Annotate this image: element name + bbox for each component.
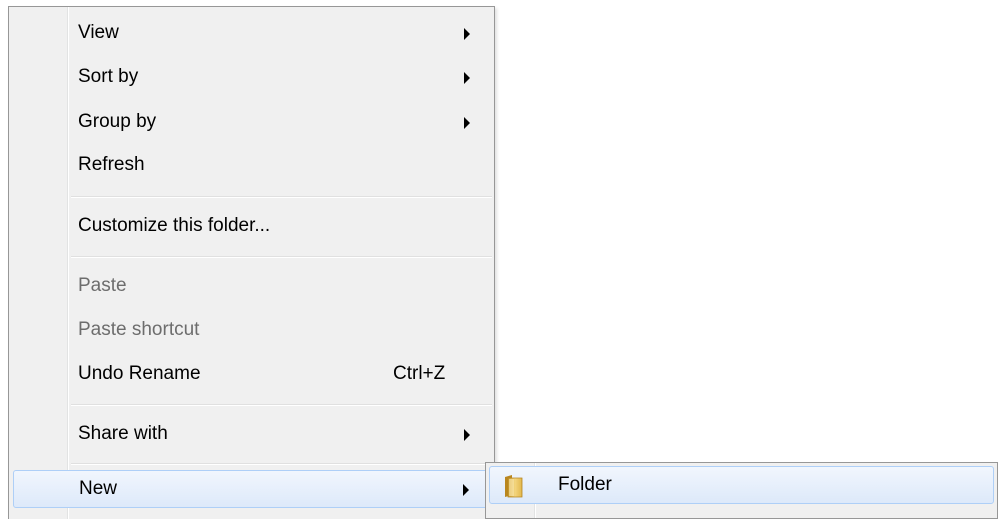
new-submenu: Folder [485,462,998,519]
menu-item-group-by[interactable]: Group by [13,104,490,142]
menu-item-undo-rename[interactable]: Undo Rename Ctrl+Z [13,356,490,394]
submenu-item-label: Folder [558,474,612,495]
menu-separator [71,256,492,258]
submenu-arrow-icon [464,72,470,84]
menu-item-customize-folder[interactable]: Customize this folder... [13,208,490,246]
menu-item-label: Group by [78,111,157,132]
menu-item-shortcut: Ctrl+Z [393,363,446,384]
menu-item-label: Customize this folder... [78,215,271,236]
menu-item-paste-shortcut: Paste shortcut [13,312,490,350]
menu-separator [71,404,492,406]
menu-separator [71,463,492,465]
folder-icon [502,474,524,498]
menu-item-label: Sort by [78,66,139,87]
menu-item-label: Share with [78,423,168,444]
submenu-arrow-icon [464,429,470,441]
menu-item-label: Paste shortcut [78,319,200,340]
desktop-background [0,0,998,4]
menu-item-sort-by[interactable]: Sort by [13,59,490,97]
menu-item-label: View [78,22,119,43]
menu-item-label: Refresh [78,154,145,175]
menu-item-label: Undo Rename [78,363,201,384]
menu-separator [71,196,492,198]
menu-item-refresh[interactable]: Refresh [13,147,490,185]
menu-item-label: New [79,478,118,499]
submenu-arrow-icon [463,484,469,496]
menu-item-share-with[interactable]: Share with [13,416,490,454]
submenu-arrow-icon [464,28,470,40]
submenu-arrow-icon [464,117,470,129]
menu-item-view[interactable]: View [13,15,490,53]
menu-item-new[interactable]: New [13,470,490,508]
menu-item-paste: Paste [13,268,490,306]
menu-item-label: Paste [78,275,127,296]
submenu-item-folder[interactable]: Folder [489,466,994,504]
context-menu: View Sort by Group by Refresh Customize … [8,6,495,519]
